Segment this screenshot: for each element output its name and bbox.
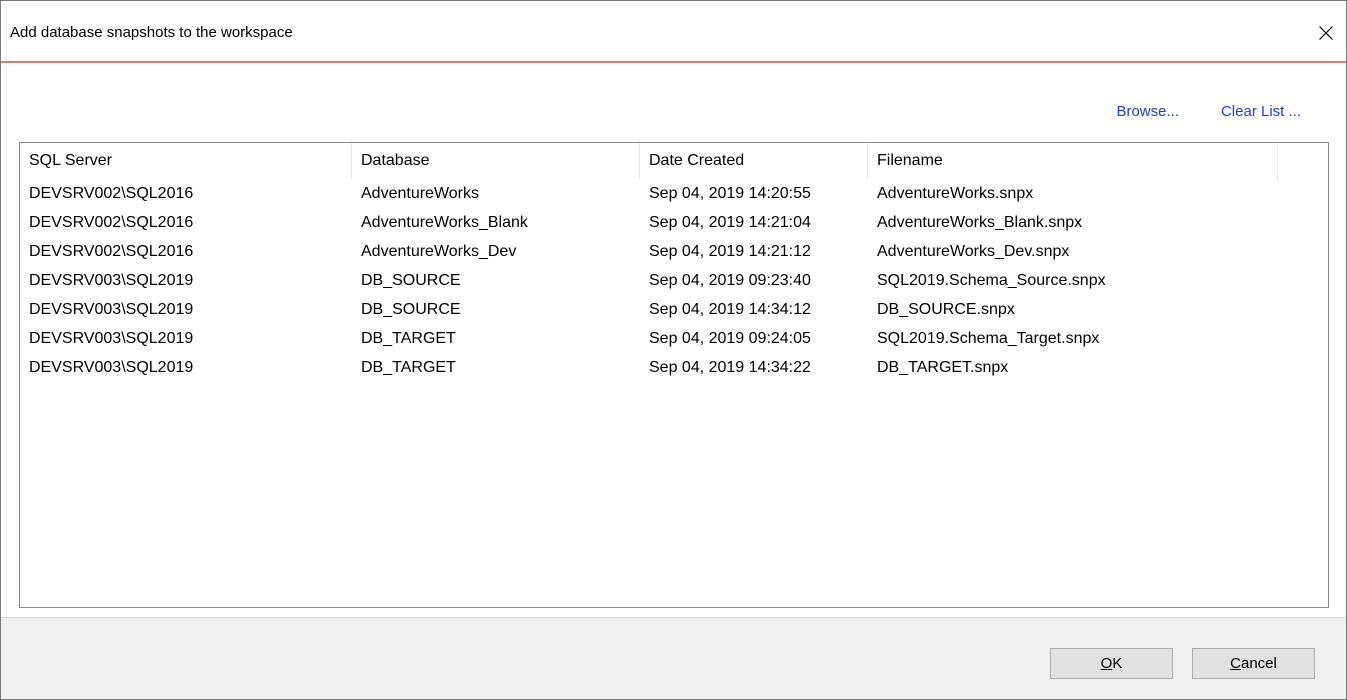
list-header: SQL Server Database Date Created Filenam…	[20, 143, 1328, 179]
cell-sql-server: DEVSRV003\SQL2019	[29, 359, 194, 376]
table-row[interactable]: DEVSRV003\SQL2019 DB_SOURCE Sep 04, 2019…	[20, 295, 1328, 324]
cell-date-created: Sep 04, 2019 14:34:12	[649, 301, 811, 318]
cell-sql-server: DEVSRV002\SQL2016	[29, 243, 194, 260]
ok-button[interactable]: OK	[1050, 648, 1173, 679]
cell-date-created: Sep 04, 2019 14:21:04	[649, 214, 811, 231]
column-header-database[interactable]: Database	[352, 143, 640, 179]
dialog-footer: OK Cancel	[1, 617, 1346, 699]
cell-date-created: Sep 04, 2019 09:23:40	[649, 272, 811, 289]
cell-sql-server: DEVSRV003\SQL2019	[29, 301, 194, 318]
table-row[interactable]: DEVSRV002\SQL2016 AdventureWorks_Blank S…	[20, 208, 1328, 237]
cell-filename: DB_TARGET.snpx	[877, 359, 1009, 376]
cell-date-created: Sep 04, 2019 14:21:12	[649, 243, 811, 260]
cell-filename: AdventureWorks_Blank.snpx	[877, 214, 1083, 231]
cell-database: DB_SOURCE	[361, 272, 461, 289]
table-row[interactable]: DEVSRV003\SQL2019 DB_TARGET Sep 04, 2019…	[20, 353, 1328, 382]
cell-date-created: Sep 04, 2019 14:20:55	[649, 185, 811, 202]
list-actions: Browse... Clear List ...	[1116, 103, 1301, 120]
list-rows: DEVSRV002\SQL2016 AdventureWorks Sep 04,…	[20, 179, 1328, 382]
column-header-filename[interactable]: Filename	[868, 143, 1278, 179]
browse-link[interactable]: Browse...	[1116, 103, 1179, 120]
table-row[interactable]: DEVSRV003\SQL2019 DB_TARGET Sep 04, 2019…	[20, 324, 1328, 353]
column-header-filler	[1278, 143, 1328, 179]
close-button[interactable]	[1312, 19, 1340, 47]
close-icon	[1319, 26, 1333, 40]
cell-database: DB_SOURCE	[361, 301, 461, 318]
cell-sql-server: DEVSRV002\SQL2016	[29, 185, 194, 202]
title-bar: Add database snapshots to the workspace	[1, 1, 1346, 63]
cell-filename: AdventureWorks_Dev.snpx	[877, 243, 1070, 260]
cell-database: DB_TARGET	[361, 359, 456, 376]
column-header-date-created[interactable]: Date Created	[640, 143, 868, 179]
dialog-title: Add database snapshots to the workspace	[10, 24, 293, 41]
cell-database: DB_TARGET	[361, 330, 456, 347]
table-row[interactable]: DEVSRV002\SQL2016 AdventureWorks_Dev Sep…	[20, 237, 1328, 266]
column-header-sql-server[interactable]: SQL Server	[20, 143, 352, 179]
cell-filename: SQL2019.Schema_Target.snpx	[877, 330, 1100, 347]
cancel-button[interactable]: Cancel	[1192, 648, 1315, 679]
cell-database: AdventureWorks_Blank	[361, 214, 528, 231]
cell-filename: AdventureWorks.snpx	[877, 185, 1034, 202]
cell-filename: SQL2019.Schema_Source.snpx	[877, 272, 1106, 289]
cancel-button-mnemonic: C	[1230, 655, 1241, 672]
cell-database: AdventureWorks	[361, 185, 479, 202]
dialog-window: Add database snapshots to the workspace …	[0, 0, 1347, 700]
table-row[interactable]: DEVSRV002\SQL2016 AdventureWorks Sep 04,…	[20, 179, 1328, 208]
cancel-button-label: ancel	[1240, 655, 1277, 672]
table-row[interactable]: DEVSRV003\SQL2019 DB_SOURCE Sep 04, 2019…	[20, 266, 1328, 295]
ok-button-label: K	[1112, 655, 1123, 672]
cell-sql-server: DEVSRV002\SQL2016	[29, 214, 194, 231]
snapshot-list[interactable]: SQL Server Database Date Created Filenam…	[19, 142, 1329, 608]
cell-database: AdventureWorks_Dev	[361, 243, 517, 260]
cell-date-created: Sep 04, 2019 14:34:22	[649, 359, 811, 376]
cell-sql-server: DEVSRV003\SQL2019	[29, 272, 194, 289]
clear-list-link[interactable]: Clear List ...	[1221, 103, 1301, 120]
ok-button-mnemonic: O	[1100, 655, 1113, 672]
cell-filename: DB_SOURCE.snpx	[877, 301, 1015, 318]
cell-sql-server: DEVSRV003\SQL2019	[29, 330, 194, 347]
cell-date-created: Sep 04, 2019 09:24:05	[649, 330, 811, 347]
